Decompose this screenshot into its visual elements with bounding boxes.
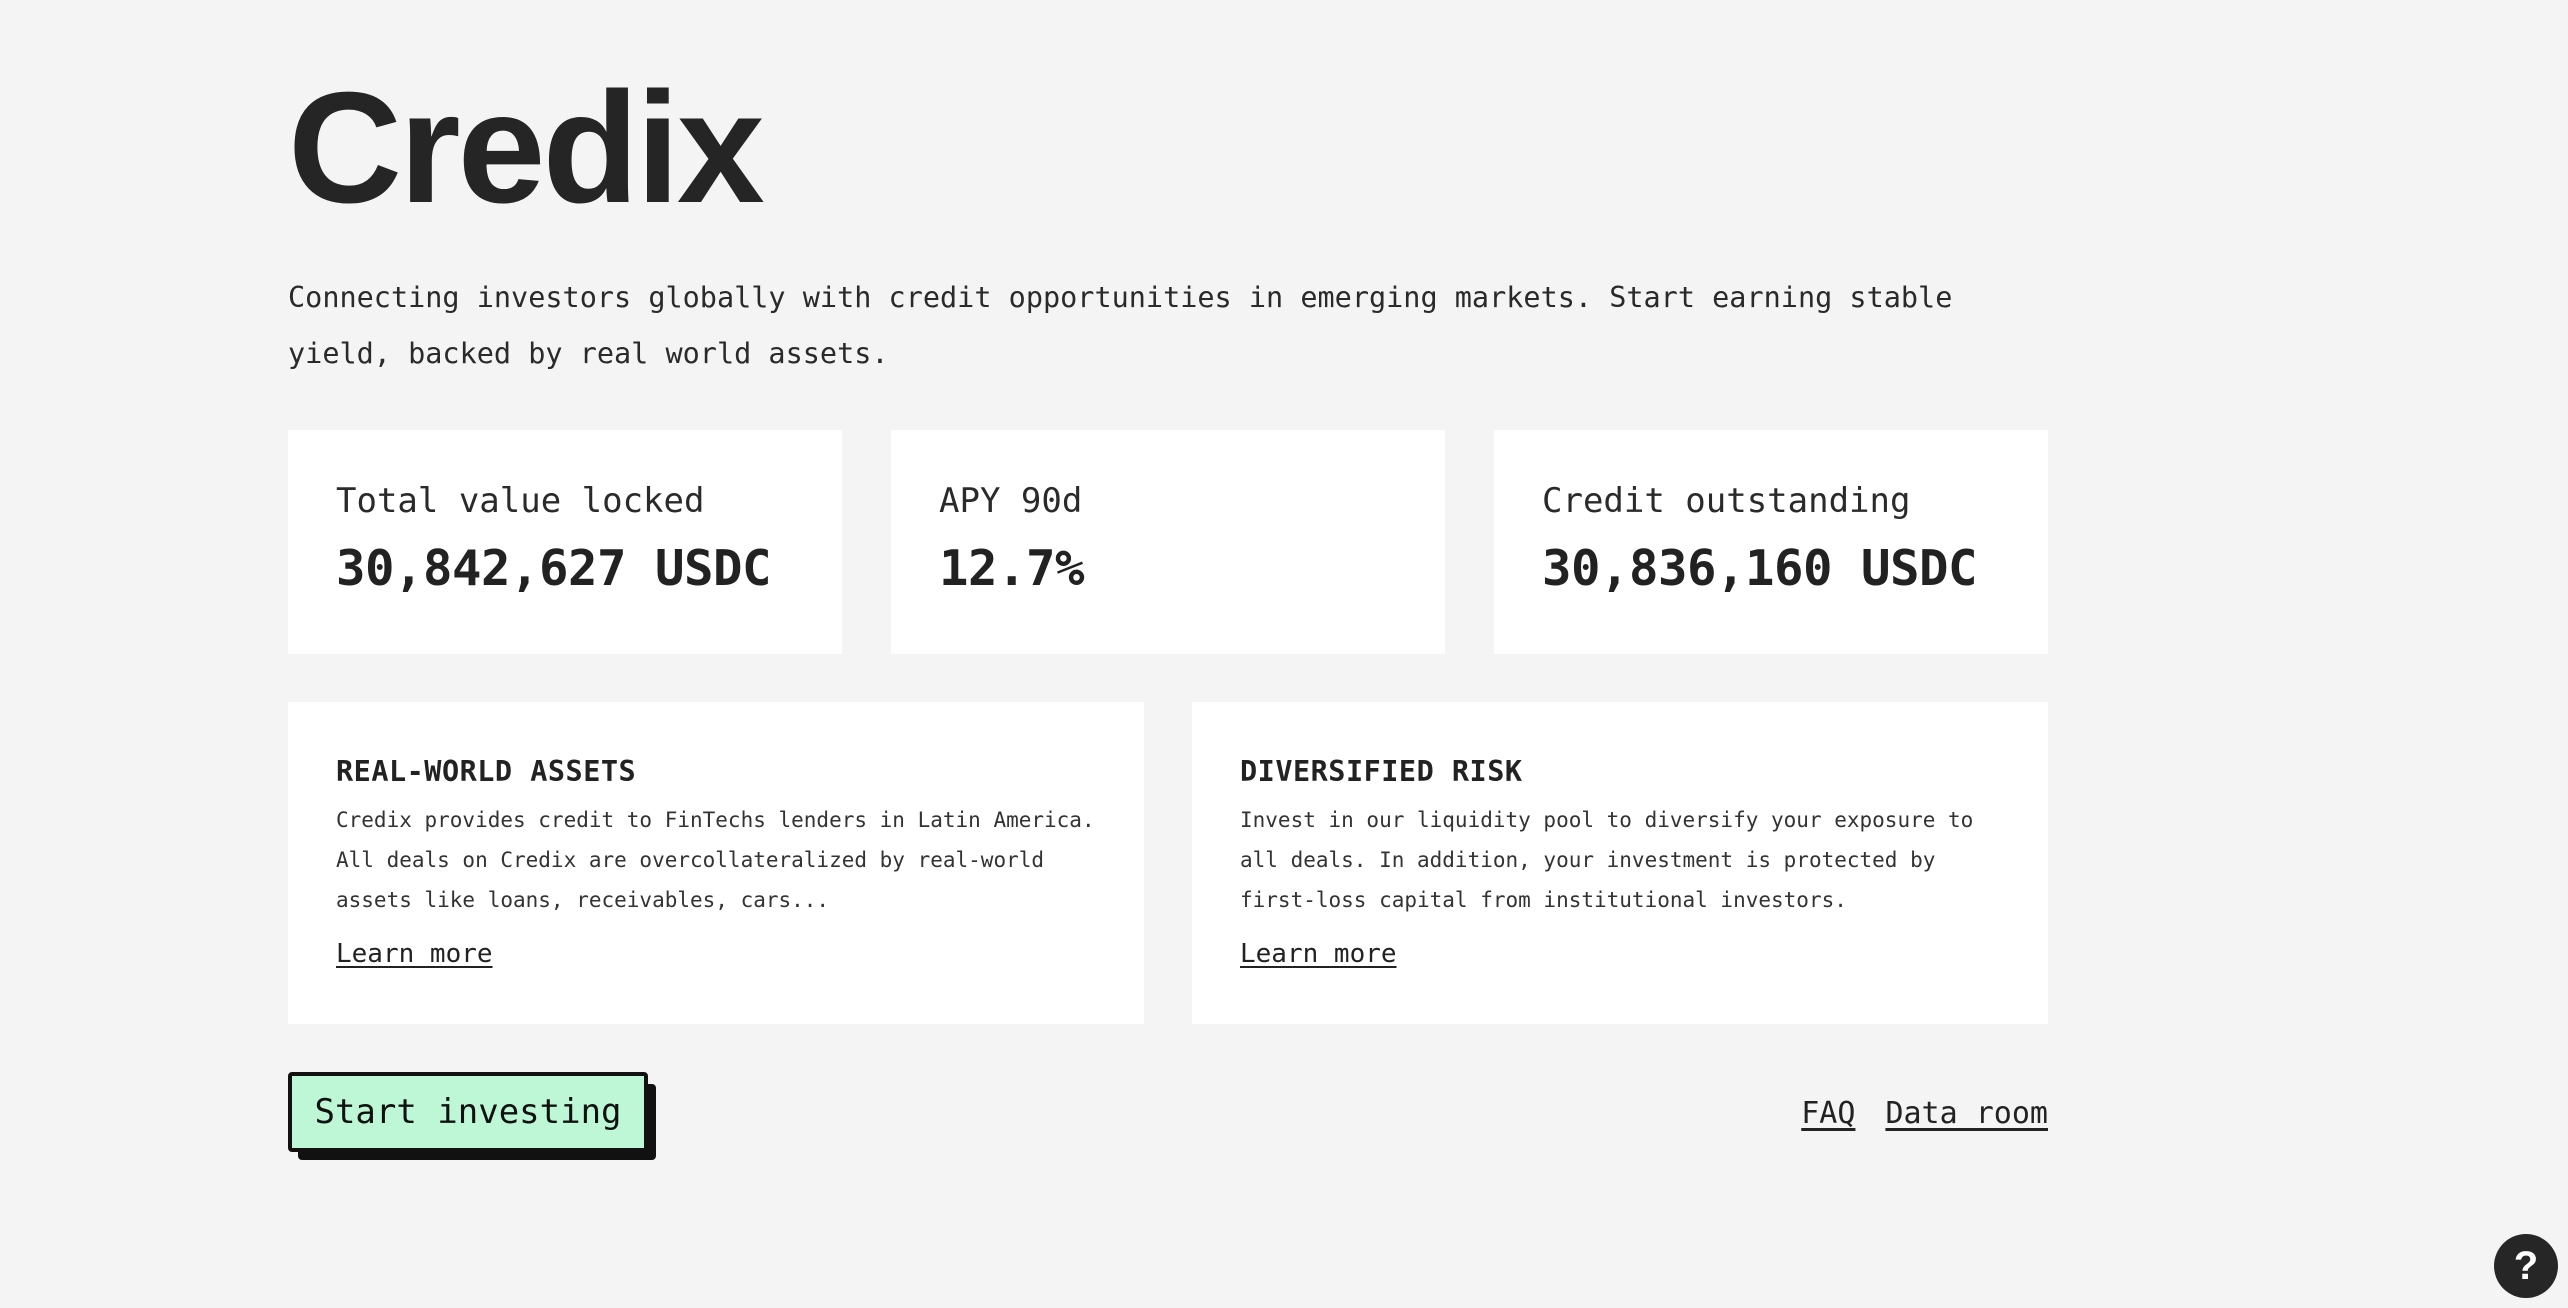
- page-subtitle: Connecting investors globally with credi…: [288, 281, 1953, 370]
- stat-value: 12.7%: [939, 540, 1085, 597]
- stat-label: Total value locked: [336, 481, 705, 521]
- faq-link[interactable]: FAQ: [1801, 1096, 1855, 1131]
- stat-label: Credit outstanding: [1542, 481, 1911, 521]
- feature-title: REAL-WORLD ASSETS: [336, 755, 637, 788]
- help-button[interactable]: ?: [2494, 1234, 2558, 1298]
- start-investing-wrapper: Start investing: [288, 1072, 658, 1164]
- feature-card-diversified-risk: DIVERSIFIED RISK Invest in our liquidity…: [1192, 702, 2048, 1024]
- stat-card-credit-outstanding: Credit outstanding 30,836,160 USDC: [1494, 430, 2048, 654]
- learn-more-link-diversified-risk[interactable]: Learn more: [1240, 936, 1397, 972]
- stats-row: Total value locked 30,842,627 USDC APY 9…: [288, 430, 2048, 654]
- stat-label: APY 90d: [939, 481, 1083, 521]
- question-mark-icon: ?: [2513, 1244, 2539, 1288]
- start-investing-button[interactable]: Start investing: [288, 1072, 648, 1152]
- stat-value: 30,836,160 USDC: [1542, 540, 1978, 597]
- data-room-link[interactable]: Data room: [1885, 1096, 2048, 1131]
- feature-title: DIVERSIFIED RISK: [1240, 755, 1523, 788]
- feature-card-real-world-assets: REAL-WORLD ASSETS Credix provides credit…: [288, 702, 1144, 1024]
- stat-card-apy-90d: APY 90d 12.7%: [891, 430, 1445, 654]
- footer-links: FAQ Data room: [1771, 1094, 2048, 1134]
- learn-more-link-real-world-assets[interactable]: Learn more: [336, 936, 493, 972]
- page-title: Credix: [288, 60, 765, 236]
- feature-description: Invest in our liquidity pool to diversif…: [1240, 808, 1974, 912]
- stat-card-total-value-locked: Total value locked 30,842,627 USDC: [288, 430, 842, 654]
- features-row: REAL-WORLD ASSETS Credix provides credit…: [288, 702, 2048, 1024]
- stat-value: 30,842,627 USDC: [336, 540, 772, 597]
- feature-description: Credix provides credit to FinTechs lende…: [336, 808, 1095, 912]
- page: Credix Connecting investors globally wit…: [0, 0, 2568, 1308]
